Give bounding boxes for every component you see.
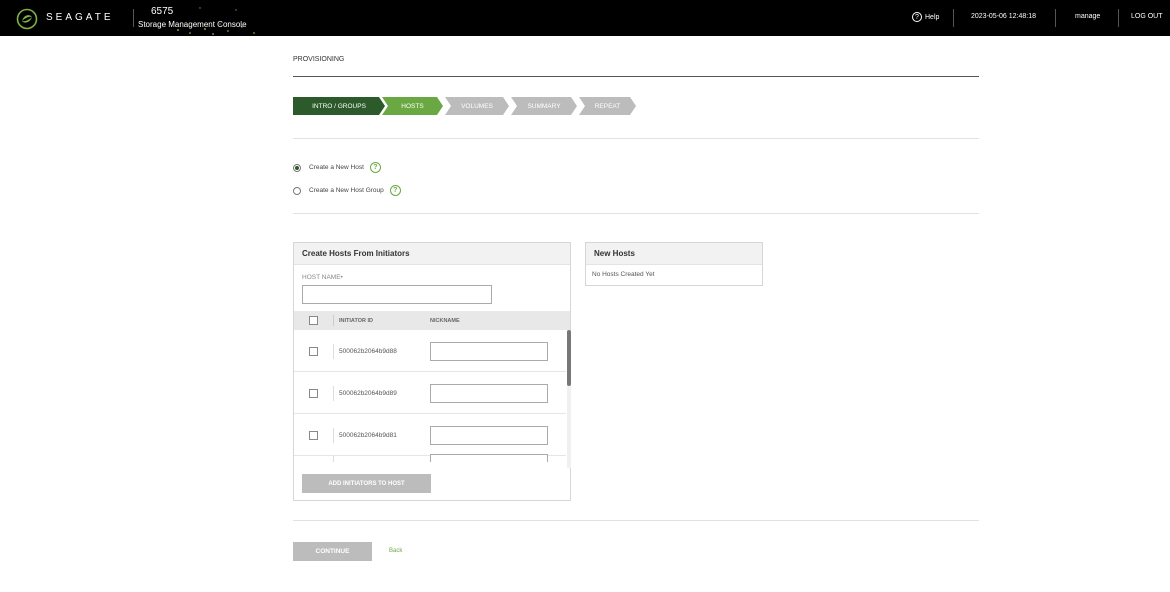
nickname-input[interactable]: [430, 342, 548, 361]
cell-divider: [333, 386, 334, 401]
step-hosts[interactable]: HOSTS: [382, 97, 443, 115]
option-create-host-group[interactable]: Create a New Host Group ?: [293, 185, 401, 196]
cell-divider: [333, 344, 334, 359]
help-link[interactable]: ? Help: [912, 12, 939, 22]
logout-link[interactable]: LOG OUT: [1131, 13, 1163, 20]
continue-button[interactable]: CONTINUE: [293, 542, 372, 561]
back-link[interactable]: Back: [389, 548, 402, 554]
step-volumes[interactable]: VOLUMES: [445, 97, 509, 115]
current-user[interactable]: manage: [1075, 13, 1100, 20]
select-all-checkbox[interactable]: [309, 316, 318, 325]
header-divider: [1055, 9, 1056, 27]
table-row-partial: [294, 454, 566, 468]
scrollbar-thumb[interactable]: [567, 330, 571, 386]
system-name: 6575: [151, 6, 174, 17]
system-datetime: 2023-05-06 12:48:18: [971, 13, 1036, 20]
header-divider: [133, 9, 134, 27]
row-checkbox[interactable]: [309, 431, 318, 440]
create-hosts-panel: Create Hosts From Initiators HOST NAME• …: [293, 242, 571, 501]
nickname-input-partial[interactable]: [430, 454, 548, 462]
column-initiator-id: INITIATOR ID: [339, 318, 374, 324]
create-hosts-title: Create Hosts From Initiators: [294, 243, 570, 265]
new-hosts-panel: New Hosts No Hosts Created Yet: [585, 242, 763, 286]
step-summary[interactable]: SUMMARY: [511, 97, 577, 115]
initiator-id: 500062b2064b9d89: [339, 390, 397, 397]
initiator-id: 500062b2064b9d81: [339, 432, 397, 439]
step-repeat[interactable]: REPEAT: [579, 97, 636, 115]
add-initiators-button[interactable]: ADD INITIATORS TO HOST: [302, 474, 431, 493]
step-label: REPEAT: [594, 102, 621, 110]
column-nickname: NICKNAME: [430, 318, 460, 324]
create-host-group-radio[interactable]: [293, 186, 301, 195]
host-name-input[interactable]: [302, 285, 492, 304]
brand-name: SEAGATE: [46, 12, 114, 23]
create-host-radio[interactable]: [293, 163, 301, 172]
create-host-label: Create a New Host: [309, 164, 364, 171]
step-label: VOLUMES: [461, 102, 493, 110]
initiators-table-header: INITIATOR ID NICKNAME: [294, 311, 570, 330]
table-row: 500062b2064b9d89: [294, 372, 566, 414]
initiators-list[interactable]: 500062b2064b9d88 500062b2064b9d89 500062…: [294, 330, 566, 468]
step-label: INTRO / GROUPS: [312, 102, 366, 110]
table-row: 500062b2064b9d88: [294, 330, 566, 372]
new-hosts-title: New Hosts: [586, 243, 762, 265]
nickname-input[interactable]: [430, 384, 548, 403]
header-divider: [953, 9, 954, 27]
new-hosts-empty-message: No Hosts Created Yet: [592, 271, 655, 278]
create-host-group-label: Create a New Host Group: [309, 187, 384, 194]
section-divider: [293, 213, 979, 214]
table-row: 500062b2064b9d81: [294, 414, 566, 456]
section-divider: [293, 520, 979, 521]
row-checkbox[interactable]: [309, 389, 318, 398]
nickname-input[interactable]: [430, 426, 548, 445]
title-divider: [293, 76, 979, 77]
step-label: SUMMARY: [527, 102, 561, 110]
help-label: Help: [925, 13, 940, 21]
step-intro-groups[interactable]: INTRO / GROUPS: [293, 97, 385, 115]
row-checkbox[interactable]: [309, 347, 318, 356]
help-question-icon[interactable]: ?: [369, 162, 381, 173]
initiators-scrollbar[interactable]: [567, 330, 571, 468]
help-question-icon[interactable]: ?: [389, 185, 401, 196]
seagate-logo-icon: [16, 8, 38, 30]
section-divider: [293, 138, 979, 139]
system-subtitle: Storage Management Console: [138, 20, 247, 29]
step-label: HOSTS: [401, 102, 424, 110]
page-title: PROVISIONING: [293, 56, 345, 63]
host-name-label: HOST NAME•: [302, 274, 343, 281]
header-divider: [1118, 9, 1119, 27]
header-cell-divider: [333, 315, 334, 326]
cell-divider: [333, 456, 334, 462]
option-create-host[interactable]: Create a New Host ?: [293, 162, 381, 173]
cell-divider: [333, 428, 334, 443]
initiator-id: 500062b2064b9d88: [339, 348, 397, 355]
top-bar: SEAGATE 6575 Storage Management Console …: [0, 0, 1170, 36]
help-circle-icon: ?: [912, 12, 922, 22]
